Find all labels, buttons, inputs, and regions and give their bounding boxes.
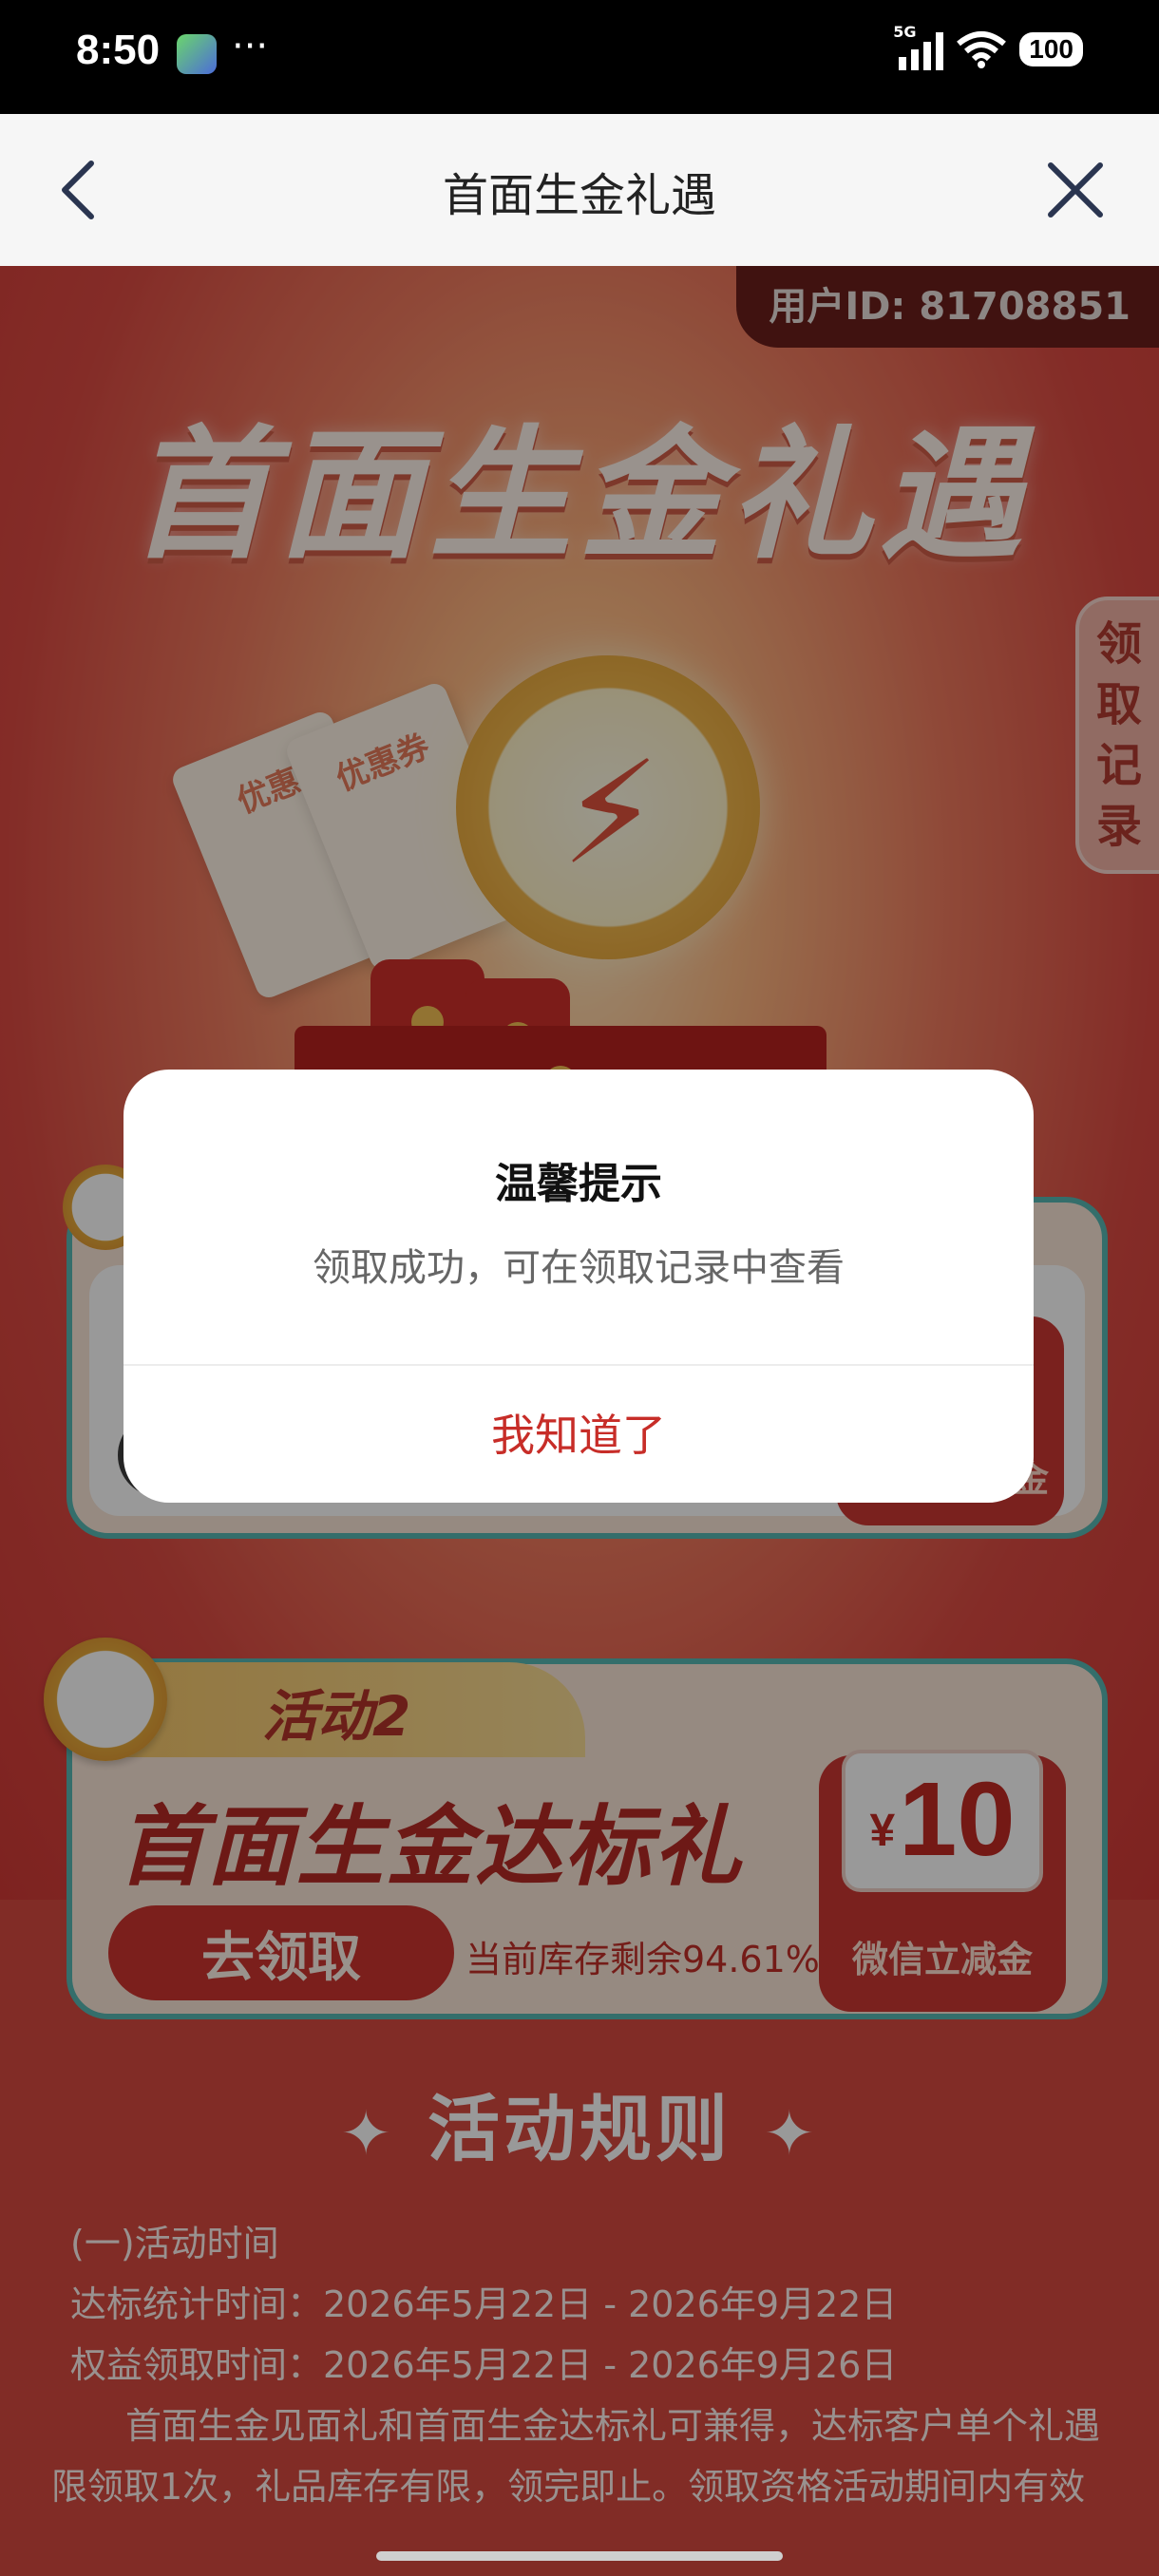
cellular-signal-icon: 5G xyxy=(893,23,944,70)
home-indicator[interactable] xyxy=(376,2551,783,2561)
acknowledge-button[interactable]: 我知道了 xyxy=(124,1366,1034,1503)
status-indicators: 5G 100 xyxy=(893,23,1083,70)
status-time: 8:50 xyxy=(76,27,161,73)
success-dialog: 温馨提示 领取成功，可在领取记录中查看 我知道了 xyxy=(124,1070,1034,1503)
more-notifications-icon: ··· xyxy=(232,25,269,68)
network-type: 5G xyxy=(893,23,917,41)
navigation-bar: 首面生金礼遇 xyxy=(0,114,1159,266)
battery-indicator: 100 xyxy=(1019,32,1083,66)
app-notification-icon xyxy=(177,34,217,74)
page-title: 首面生金礼遇 xyxy=(442,169,716,222)
wifi-icon xyxy=(957,31,1007,68)
dialog-message: 领取成功，可在领取记录中查看 xyxy=(313,1246,845,1290)
status-bar: 8:50 ··· 5G 100 xyxy=(0,0,1159,114)
dialog-title: 温馨提示 xyxy=(495,1160,662,1208)
close-icon[interactable] xyxy=(1039,154,1112,226)
